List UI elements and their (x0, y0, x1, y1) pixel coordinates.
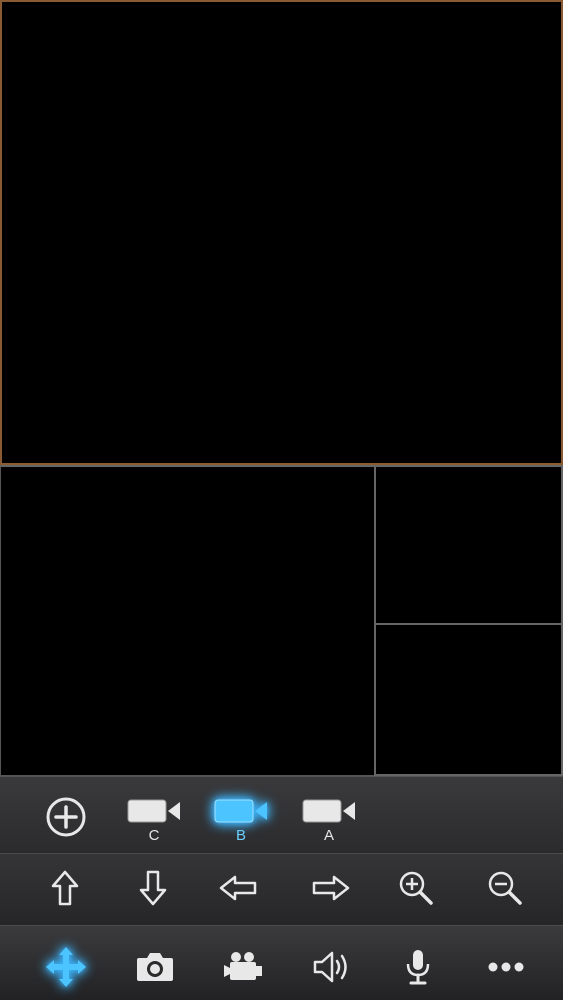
zoom-out-icon (488, 871, 522, 905)
ptz-down-button[interactable] (133, 868, 173, 908)
arrow-left-icon (219, 875, 257, 901)
zoom-in-icon (399, 871, 433, 905)
video-camera-icon (302, 799, 355, 822)
stream-toolbar: C B A (0, 776, 563, 853)
speaker-button[interactable] (308, 945, 354, 989)
ptz-right-button[interactable] (309, 868, 353, 908)
stream-button-b[interactable]: B (211, 795, 271, 845)
microphone-icon (406, 950, 430, 985)
zoom-in-button[interactable] (396, 868, 436, 908)
ptz-toolbar (0, 853, 563, 925)
ptz-move-button[interactable] (42, 943, 90, 991)
stream-button-c[interactable]: C (124, 795, 184, 845)
stream-label-b: B (235, 826, 246, 844)
video-camera-icon (127, 799, 180, 822)
speaker-icon (313, 951, 347, 983)
add-stream-button[interactable] (44, 795, 88, 839)
arrow-right-icon (312, 875, 350, 901)
zoom-out-button[interactable] (485, 868, 525, 908)
camera-snapshot-icon (137, 953, 173, 981)
arrow-down-icon (139, 870, 167, 906)
move-arrows-icon (46, 947, 86, 987)
stream-label-c: C (148, 826, 160, 844)
stream-label-a: A (323, 826, 334, 844)
video-pane-2[interactable] (0, 465, 375, 776)
record-video-icon (224, 952, 262, 980)
more-button[interactable] (484, 950, 528, 984)
ptz-left-button[interactable] (216, 868, 260, 908)
plus-circle-icon (46, 797, 86, 837)
video-pane-3[interactable] (374, 465, 563, 625)
action-toolbar (0, 925, 563, 1000)
more-icon (488, 962, 524, 972)
record-button[interactable] (218, 945, 268, 989)
microphone-button[interactable] (398, 943, 438, 991)
stream-button-a[interactable]: A (299, 795, 359, 845)
video-pane-4[interactable] (374, 623, 563, 776)
arrow-up-icon (51, 870, 79, 906)
video-pane-main[interactable] (0, 0, 563, 465)
snapshot-button[interactable] (132, 945, 178, 989)
video-camera-icon (214, 799, 267, 822)
ptz-up-button[interactable] (45, 868, 85, 908)
